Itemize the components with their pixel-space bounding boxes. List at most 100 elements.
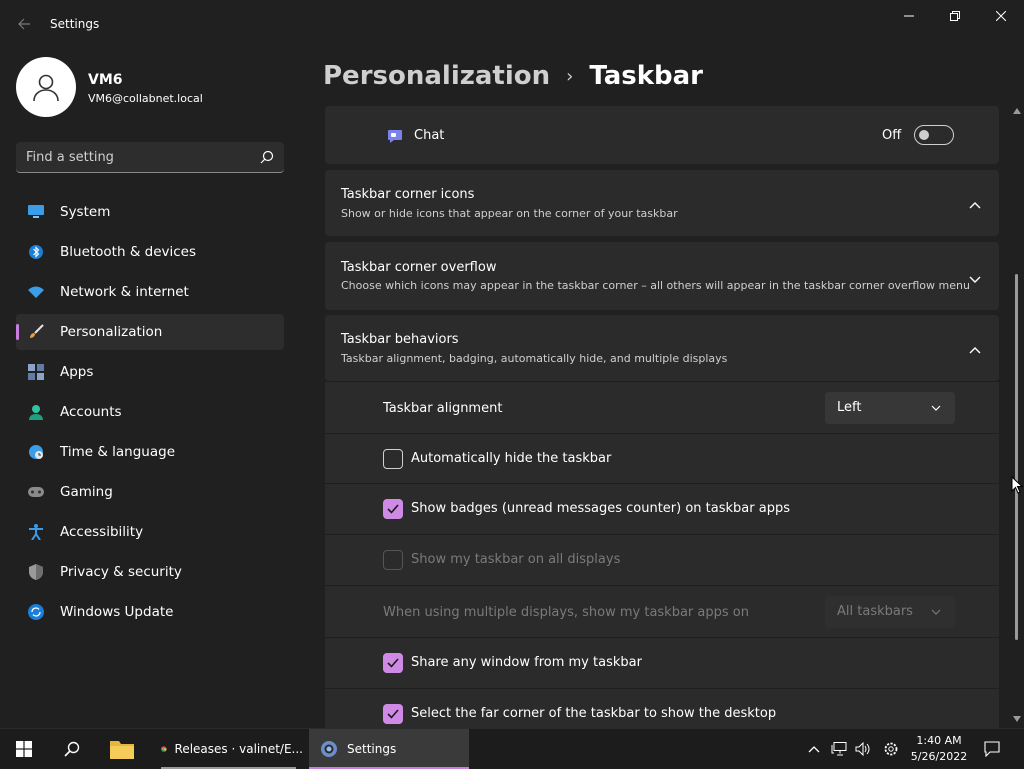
restore-button[interactable] — [932, 0, 978, 32]
all-displays-checkbox[interactable] — [383, 550, 403, 570]
breadcrumb: Personalization › Taskbar — [323, 58, 703, 94]
sidebar-item-personalization[interactable]: Personalization — [16, 314, 284, 350]
sidebar-item-label: Gaming — [60, 484, 113, 500]
chat-icon — [388, 130, 402, 143]
minimize-button[interactable] — [886, 0, 932, 32]
wifi-icon — [28, 284, 44, 300]
settings-tray-button[interactable] — [879, 729, 903, 769]
multi-display-label: When using multiple displays, show my ta… — [383, 605, 749, 620]
checkmark-icon — [387, 658, 399, 668]
auto-hide-row: Automatically hide the taskbar — [325, 433, 999, 483]
taskbar-corner-overflow-subtitle: Choose which icons may appear in the tas… — [341, 279, 970, 292]
taskbar-behaviors-header[interactable]: Taskbar behaviors Taskbar alignment, bad… — [325, 315, 999, 381]
chevron-down-icon — [931, 405, 941, 411]
close-icon — [996, 11, 1006, 21]
update-icon — [28, 604, 44, 620]
sidebar-item-time-language[interactable]: Time & language — [16, 434, 284, 470]
taskbar-corner-icons-title: Taskbar corner icons — [341, 187, 475, 202]
far-corner-checkbox[interactable] — [383, 704, 403, 724]
toggle-knob — [919, 130, 929, 140]
windows-taskbar: Releases · valinet/E... Settings 1:40 AM… — [0, 728, 1024, 769]
shield-icon — [28, 564, 44, 580]
scroll-up-icon[interactable] — [1013, 108, 1021, 114]
far-corner-row: Select the far corner of the taskbar to … — [325, 688, 999, 728]
scroll-down-icon[interactable] — [1013, 716, 1021, 722]
window-title: Settings — [50, 17, 100, 31]
close-button[interactable] — [978, 0, 1024, 32]
share-window-row: Share any window from my taskbar — [325, 637, 999, 688]
globe-clock-icon — [28, 444, 44, 460]
user-profile[interactable]: VM6 VM6@collabnet.local — [16, 57, 296, 117]
taskbar-corner-icons-subtitle: Show or hide icons that appear on the co… — [341, 207, 678, 220]
back-arrow-icon — [18, 18, 30, 30]
content-scrollbar[interactable] — [1013, 106, 1021, 728]
search-box[interactable] — [16, 142, 284, 173]
sidebar-item-label: Privacy & security — [60, 564, 182, 580]
volume-tray-button[interactable] — [852, 729, 874, 769]
file-explorer-button[interactable] — [102, 729, 142, 769]
search-icon — [64, 741, 80, 757]
checkmark-icon — [387, 504, 399, 514]
scroll-thumb[interactable] — [1015, 274, 1018, 640]
network-tray-button[interactable] — [828, 729, 850, 769]
sidebar-nav: System Bluetooth & devices Network & int… — [16, 194, 284, 634]
chat-toggle-state: Off — [882, 128, 902, 143]
clock-date: 5/26/2022 — [910, 750, 968, 763]
sidebar-item-apps[interactable]: Apps — [16, 354, 284, 390]
accessibility-icon — [28, 524, 44, 540]
taskbar-corner-icons-header[interactable]: Taskbar corner icons Show or hide icons … — [325, 170, 999, 236]
sidebar-item-gaming[interactable]: Gaming — [16, 474, 284, 510]
person-avatar-icon — [33, 74, 59, 102]
taskbar-app-chrome[interactable]: Releases · valinet/E... — [153, 729, 303, 769]
start-button[interactable] — [4, 729, 44, 769]
gear-icon — [884, 742, 898, 756]
show-hidden-icons-button[interactable] — [804, 729, 824, 769]
sidebar-item-windows-update[interactable]: Windows Update — [16, 594, 284, 630]
mouse-cursor-icon — [1011, 476, 1023, 494]
chevron-down-icon[interactable] — [969, 270, 981, 283]
back-button[interactable] — [12, 12, 36, 36]
multi-display-dropdown[interactable]: All taskbars — [825, 596, 955, 628]
badges-checkbox[interactable] — [383, 499, 403, 519]
dropdown-value: All taskbars — [837, 604, 913, 619]
breadcrumb-separator: › — [566, 65, 574, 87]
sidebar-item-label: System — [60, 204, 111, 220]
restore-icon — [950, 11, 960, 21]
chat-toggle[interactable] — [914, 125, 954, 145]
brush-icon — [28, 324, 44, 340]
volume-icon — [855, 742, 870, 756]
taskbar-corner-overflow-header[interactable]: Taskbar corner overflow Choose which ico… — [325, 242, 999, 310]
taskbar-clock[interactable]: 1:40 AM 5/26/2022 — [906, 733, 972, 765]
sidebar-item-bluetooth[interactable]: Bluetooth & devices — [16, 234, 284, 270]
sidebar-item-label: Network & internet — [60, 284, 189, 300]
share-window-checkbox[interactable] — [383, 653, 403, 673]
search-icon[interactable] — [260, 150, 274, 164]
sidebar-item-privacy[interactable]: Privacy & security — [16, 554, 284, 590]
minimize-icon — [904, 15, 914, 17]
sidebar-item-accessibility[interactable]: Accessibility — [16, 514, 284, 550]
sidebar-item-network[interactable]: Network & internet — [16, 274, 284, 310]
taskbar-search-button[interactable] — [52, 729, 92, 769]
chrome-icon — [161, 746, 167, 752]
taskbar-app-settings[interactable]: Settings — [309, 729, 469, 769]
sidebar-item-label: Accessibility — [60, 524, 144, 540]
network-icon — [831, 742, 847, 756]
breadcrumb-parent-link[interactable]: Personalization — [323, 61, 550, 91]
notifications-button[interactable] — [980, 729, 1004, 769]
taskbar-alignment-label: Taskbar alignment — [383, 401, 503, 416]
user-email: VM6@collabnet.local — [88, 92, 203, 105]
search-input[interactable] — [26, 142, 256, 172]
settings-gear-icon — [321, 741, 337, 757]
chevron-up-icon[interactable] — [969, 197, 981, 209]
chat-row: Chat Off — [325, 106, 999, 164]
folder-icon — [110, 741, 134, 759]
auto-hide-checkbox[interactable] — [383, 449, 403, 469]
share-window-label: Share any window from my taskbar — [411, 655, 642, 670]
sidebar-item-system[interactable]: System — [16, 194, 284, 230]
badges-row: Show badges (unread messages counter) on… — [325, 483, 999, 534]
sidebar-item-accounts[interactable]: Accounts — [16, 394, 284, 430]
taskbar-alignment-dropdown[interactable]: Left — [825, 392, 955, 424]
checkmark-icon — [387, 709, 399, 719]
chevron-up-icon[interactable] — [969, 342, 981, 354]
clock-time: 1:40 AM — [916, 734, 962, 747]
